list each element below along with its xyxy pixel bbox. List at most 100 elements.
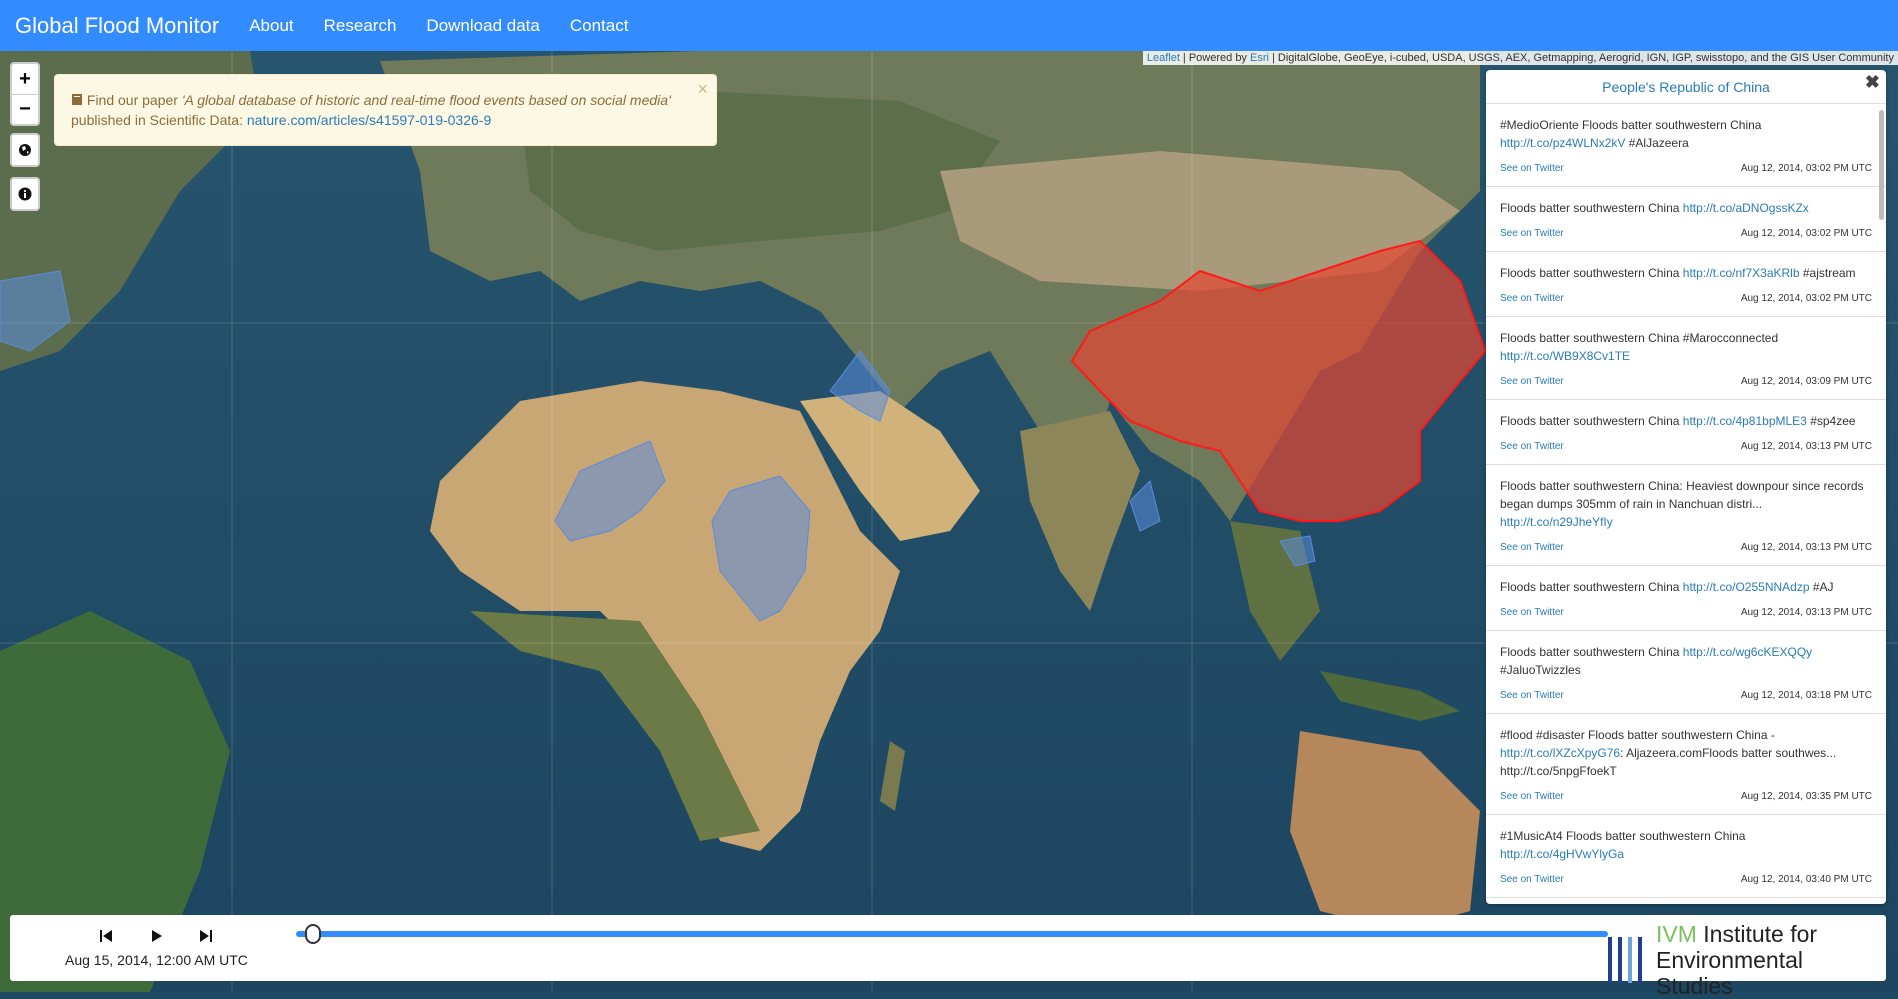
tweet-time: Aug 12, 2014, 03:02 PM UTC (1740, 228, 1872, 239)
alert-paper-link[interactable]: nature.com/articles/s41597-019-0326-9 (247, 112, 491, 128)
see-on-twitter-link[interactable]: See on Twitter (1500, 871, 1564, 889)
time-control-bar: Aug 15, 2014, 12:00 AM UTC IVM Institute… (10, 915, 1886, 999)
tweet-link[interactable]: http://t.co/wg6cKEXQQy (1683, 645, 1812, 659)
info-icon (18, 187, 32, 201)
tweet-tail: #JaluoTwizzles (1500, 663, 1581, 677)
skip-back-icon (100, 930, 112, 942)
tweet-time: Aug 12, 2014, 03:09 PM UTC (1740, 376, 1872, 387)
tweet-link[interactable]: http://t.co/pz4WLNx2kV (1500, 136, 1625, 150)
brand-title[interactable]: Global Flood Monitor (15, 13, 219, 39)
tweet-item: Floods batter southwestern China http://… (1486, 631, 1886, 714)
ivm-logo-line1: Institute for (1696, 921, 1818, 947)
alert-prefix: Find our paper (86, 92, 182, 108)
attribution-leaflet-link[interactable]: Leaflet (1147, 52, 1180, 64)
time-slider-thumb[interactable] (305, 924, 322, 944)
see-on-twitter-link[interactable]: See on Twitter (1500, 225, 1564, 243)
tweet-link[interactable]: http://t.co/O255NNAdzp (1683, 580, 1810, 594)
tweet-item: #flood #disaster Floods batter southwest… (1486, 714, 1886, 815)
book-icon (71, 92, 87, 108)
see-on-twitter-link[interactable]: See on Twitter (1500, 539, 1564, 557)
alert-middle: published in Scientific Data: (71, 112, 247, 128)
tweet-time: Aug 12, 2014, 03:02 PM UTC (1740, 293, 1872, 304)
paper-alert: Find our paper 'A global database of his… (54, 74, 717, 146)
panel-title: People's Republic of China (1486, 70, 1886, 104)
tweet-text: Floods batter southwestern China #Marocc… (1500, 331, 1779, 345)
panel-close-button[interactable]: ✖ (1865, 72, 1880, 93)
attribution-powered: | Powered by (1179, 52, 1250, 64)
tweet-time: Aug 12, 2014, 03:13 PM UTC (1740, 441, 1872, 452)
tweet-text: Floods batter southwestern China (1500, 201, 1683, 215)
tweet-time: Aug 12, 2014, 03:40 PM UTC (1740, 874, 1872, 885)
tweet-link[interactable]: http://t.co/lXZcXpyG76 (1500, 746, 1620, 760)
tweet-tail: #AlJazeera (1625, 136, 1689, 150)
ivm-logo-abbr: IVM (1656, 921, 1697, 947)
tweet-link[interactable]: http://t.co/nf7X3aKRlb (1683, 266, 1800, 280)
tweets-panel: People's Republic of China ✖ #MedioOrien… (1486, 70, 1886, 904)
nav-link-contact[interactable]: Contact (570, 16, 629, 36)
ivm-logo-bars (1608, 937, 1642, 983)
navbar: Global Flood Monitor About Research Down… (0, 0, 1898, 51)
tweet-text: #flood #disaster Floods batter southwest… (1500, 728, 1775, 742)
zoom-out-button[interactable]: − (12, 94, 38, 124)
nav-link-research[interactable]: Research (324, 16, 397, 36)
tweet-link[interactable]: http://t.co/n29JheYfIy (1500, 515, 1613, 529)
tweet-time: Aug 12, 2014, 03:18 PM UTC (1740, 690, 1872, 701)
see-on-twitter-link[interactable]: See on Twitter (1500, 604, 1564, 622)
globe-icon (19, 144, 31, 156)
see-on-twitter-link[interactable]: See on Twitter (1500, 438, 1564, 456)
step-back-button[interactable] (95, 925, 117, 947)
zoom-in-button[interactable]: + (12, 64, 38, 94)
play-icon (152, 930, 162, 942)
see-on-twitter-link[interactable]: See on Twitter (1500, 160, 1564, 178)
tweet-list-scrollbar[interactable] (1879, 110, 1884, 220)
tweet-item: Floods batter southwestern China http://… (1486, 400, 1886, 465)
nav-link-about[interactable]: About (249, 16, 293, 36)
tweet-text: Floods batter southwestern China: Heavie… (1500, 479, 1864, 511)
tweet-link[interactable]: http://t.co/aDNOgssKZx (1683, 201, 1809, 215)
zoom-control: + − (10, 62, 40, 126)
tweet-text: Floods batter southwestern China (1500, 266, 1683, 280)
tweet-text: Floods batter southwestern China (1500, 414, 1683, 428)
tweet-tail: #ajstream (1799, 266, 1856, 280)
ivm-logo: IVM Institute for Environmental Studies (1608, 921, 1886, 999)
ivm-logo-text: IVM Institute for Environmental Studies (1656, 921, 1886, 999)
tweet-time: Aug 12, 2014, 03:35 PM UTC (1740, 791, 1872, 802)
tweet-item: #MedioOriente Floods batter southwestern… (1486, 104, 1886, 187)
current-date-label: Aug 15, 2014, 12:00 AM UTC (65, 952, 248, 968)
tweet-link[interactable]: http://t.co/4p81bpMLE3 (1683, 414, 1807, 428)
see-on-twitter-link[interactable]: See on Twitter (1500, 373, 1564, 391)
tweet-text: Floods batter southwestern China (1500, 580, 1683, 594)
skip-forward-icon (200, 930, 212, 942)
tweet-item: Floods batter southwestern China http://… (1486, 187, 1886, 252)
tweet-time: Aug 12, 2014, 03:13 PM UTC (1740, 542, 1872, 553)
tweet-tail: #sp4zee (1806, 414, 1856, 428)
attribution-sources: | DigitalGlobe, GeoEye, i-cubed, USDA, U… (1268, 52, 1894, 64)
alert-paper-title: 'A global database of historic and real-… (181, 92, 671, 108)
see-on-twitter-link[interactable]: See on Twitter (1500, 788, 1564, 806)
nav-link-download-data[interactable]: Download data (426, 16, 539, 36)
time-slider-track[interactable] (296, 931, 1608, 937)
see-on-twitter-link[interactable]: See on Twitter (1500, 290, 1564, 308)
tweet-item: #1MusicAt4 Floods batter southwestern Ch… (1486, 815, 1886, 898)
tweet-text: #MedioOriente Floods batter southwestern… (1500, 118, 1762, 132)
play-button[interactable] (145, 925, 167, 947)
map-attribution: Leaflet | Powered by Esri | DigitalGlobe… (1142, 51, 1898, 65)
see-on-twitter-link[interactable]: See on Twitter (1500, 687, 1564, 705)
tweet-text: #1MusicAt4 Floods batter southwestern Ch… (1500, 829, 1746, 843)
info-button[interactable] (10, 177, 40, 211)
tweet-time: Aug 12, 2014, 03:02 PM UTC (1740, 163, 1872, 174)
tweet-list[interactable]: #MedioOriente Floods batter southwestern… (1486, 104, 1886, 904)
ivm-logo-line2: Environmental Studies (1656, 947, 1804, 999)
tweet-tail: #AJ (1809, 580, 1834, 594)
tweet-item: Floods batter southwestern China #Marocc… (1486, 317, 1886, 400)
alert-close-button[interactable]: × (697, 79, 708, 99)
tweet-link[interactable]: http://t.co/4gHVwYlyGa (1500, 847, 1624, 861)
tweet-item: Floods batter southwestern China http://… (1486, 566, 1886, 631)
attribution-esri-link[interactable]: Esri (1250, 52, 1269, 64)
step-forward-button[interactable] (195, 925, 217, 947)
globe-button[interactable] (10, 133, 40, 167)
tweet-link[interactable]: http://t.co/WB9X8Cv1TE (1500, 349, 1630, 363)
tweet-text: Floods batter southwestern China (1500, 645, 1683, 659)
tweet-item: Floods batter southwestern China: Heavie… (1486, 465, 1886, 566)
tweet-item: Floods batter southwestern China http://… (1486, 252, 1886, 317)
